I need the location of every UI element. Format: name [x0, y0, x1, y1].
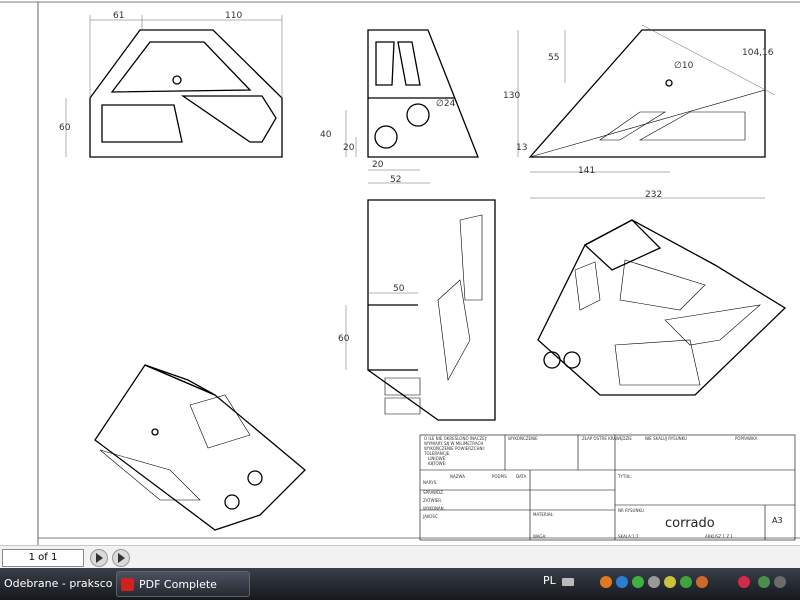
tray-icon-9[interactable]	[758, 576, 770, 588]
tray-icon-2[interactable]	[616, 576, 628, 588]
col-name: NAZWA	[450, 474, 465, 479]
dim-110: 110	[225, 11, 242, 21]
note-5: KĄTOWE:	[428, 461, 446, 466]
dim-232: 232	[645, 190, 662, 200]
dim-104-16: 104,16	[742, 48, 774, 58]
technical-drawing: 61 110 60 40 20 20 52 ∅24 104,16 55 130	[0, 1, 800, 545]
task-item-pdf-complete[interactable]: PDF Complete	[116, 571, 250, 597]
task-item-inbox[interactable]: Odebrane - praksco...	[0, 571, 112, 597]
isometric-view-left	[94, 364, 306, 531]
page-number-field[interactable]: 1 of 1	[2, 549, 84, 567]
dim-dia10: ∅10	[674, 61, 694, 71]
col-signature: PODPIS	[492, 474, 507, 479]
drawing-sheet: 61 110 60 40 20 20 52 ∅24 104,16 55 130	[0, 0, 800, 545]
row-4: JAKOŚĆ	[422, 514, 438, 519]
dim-55: 55	[548, 53, 559, 63]
pdf-icon	[121, 578, 134, 591]
dim-20-h: 20	[372, 160, 384, 170]
sheet-label: ARKUSZ 1 Z 1	[705, 534, 733, 539]
finish-label: WYKOŃCZENIE	[508, 436, 538, 441]
dim-130: 130	[503, 91, 520, 101]
col-date: DATA	[516, 474, 527, 479]
dim-40: 40	[320, 130, 332, 140]
viewer-toolbar: 1 of 1	[0, 545, 800, 569]
tray-icon-5[interactable]	[664, 576, 676, 588]
isometric-view-right	[537, 219, 787, 396]
play-icon	[96, 553, 103, 563]
tray-icon-1[interactable]	[600, 576, 612, 588]
front-view: 61 110 60	[59, 11, 283, 158]
dim-20-v: 20	[343, 143, 355, 153]
tray-icon-8[interactable]	[738, 576, 750, 588]
title-label: TYTUŁ:	[617, 474, 632, 479]
dim-60-side: 60	[338, 334, 350, 344]
scale-note: NIE SKALUJ RYSUNKU	[645, 436, 687, 441]
tray-icon-6[interactable]	[680, 576, 692, 588]
play-icon	[118, 553, 125, 563]
material-label: MATERIAŁ:	[533, 512, 554, 517]
drawing-no-label: NR RYSUNKU	[618, 508, 644, 513]
next-page-button[interactable]	[112, 549, 130, 567]
title-block: O ILE NIE OKREŚLONO INACZEJ: WYMIARY SĄ …	[419, 434, 796, 541]
keyboard-icon[interactable]	[562, 578, 574, 586]
dim-13: 13	[516, 143, 527, 153]
row-2: ZATWIER.	[423, 498, 442, 503]
profile-view: 104,16 55 130 ∅10 13 141 232	[503, 24, 776, 200]
scale-label: SKALA:1:2	[618, 534, 639, 539]
play-forward-button[interactable]	[90, 549, 108, 567]
dim-dia24: ∅24	[436, 99, 456, 109]
row-1: SPRAWDZ.	[423, 490, 444, 495]
dim-61: 61	[113, 11, 124, 21]
dim-141: 141	[578, 166, 595, 176]
back-view: 50 60	[338, 199, 496, 421]
dim-60-left: 60	[59, 123, 71, 133]
row-0: NARYS.	[423, 480, 438, 485]
drawing-number: corrado	[665, 516, 715, 531]
tray-icon-7[interactable]	[696, 576, 708, 588]
dim-52: 52	[390, 175, 401, 185]
tray-icon-3[interactable]	[632, 576, 644, 588]
task-item-label: PDF Complete	[139, 578, 217, 591]
dim-50: 50	[393, 284, 405, 294]
edges-label: ZŁAP OSTRE KRAWĘDZIE	[582, 436, 632, 441]
revision-label: POPRAWKA	[735, 436, 758, 441]
row-3: WYKONAN.	[423, 506, 445, 511]
language-indicator[interactable]: PL	[543, 574, 556, 587]
sheet-size: A3	[772, 516, 783, 525]
weight-label: WAGA:	[533, 534, 547, 539]
tray-icon-4[interactable]	[648, 576, 660, 588]
side-view: 40 20 20 52 ∅24	[320, 29, 479, 185]
tray-icon-10[interactable]	[774, 576, 786, 588]
